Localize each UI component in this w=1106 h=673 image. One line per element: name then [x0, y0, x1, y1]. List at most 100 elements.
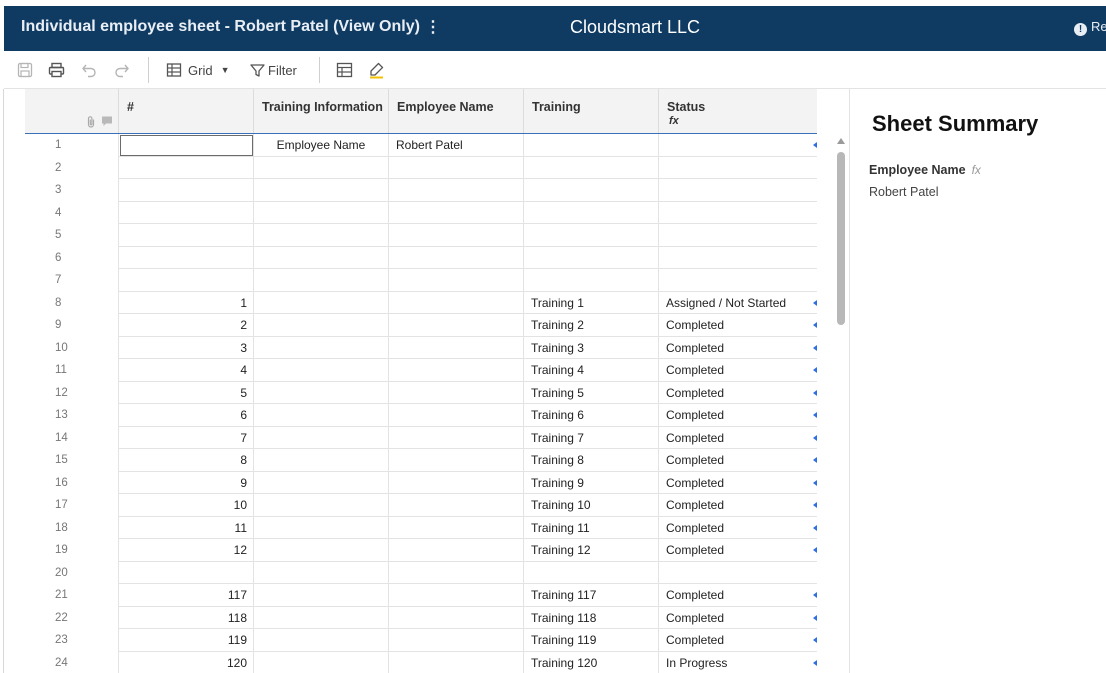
status-cell[interactable] [659, 269, 817, 292]
training-info-cell[interactable] [254, 156, 389, 179]
status-cell[interactable]: Completed [659, 427, 817, 450]
print-icon[interactable] [48, 59, 65, 81]
summary-field-value[interactable]: Robert Patel [869, 185, 938, 199]
status-cell[interactable]: Completed [659, 539, 817, 562]
training-cell[interactable]: Training 4 [524, 359, 659, 382]
employee-name-cell[interactable] [389, 629, 524, 652]
sheet-menu-icon[interactable]: ⋮ [425, 17, 441, 37]
number-cell[interactable]: 6 [119, 404, 254, 427]
number-cell[interactable] [119, 269, 254, 292]
table-row[interactable]: 10 3 Training 3 Completed [25, 336, 817, 359]
number-cell[interactable]: 118 [119, 606, 254, 629]
training-info-cell[interactable] [254, 246, 389, 269]
status-cell[interactable] [659, 562, 817, 585]
number-cell[interactable] [119, 561, 254, 584]
training-info-cell[interactable] [254, 471, 389, 494]
number-cell[interactable] [119, 224, 254, 247]
table-row[interactable]: 1 Employee Name Robert Patel [25, 134, 817, 157]
filter-button[interactable]: Filter [250, 59, 297, 81]
row-number[interactable]: 22 [25, 606, 119, 629]
scrollbar-thumb[interactable] [837, 152, 845, 325]
training-cell[interactable]: Training 5 [524, 381, 659, 404]
training-info-cell[interactable] [254, 336, 389, 359]
training-info-cell[interactable] [254, 426, 389, 449]
status-cell[interactable]: Completed [659, 359, 817, 382]
training-cell[interactable]: Training 119 [524, 629, 659, 652]
employee-name-cell[interactable] [389, 179, 524, 202]
training-info-cell[interactable] [254, 201, 389, 224]
sheet-title[interactable]: Individual employee sheet - Robert Patel… [21, 18, 420, 36]
row-number[interactable]: 18 [25, 516, 119, 539]
row-number[interactable]: 10 [25, 336, 119, 359]
number-cell[interactable]: 4 [119, 359, 254, 382]
status-cell[interactable]: Assigned / Not Started [659, 292, 817, 315]
table-row[interactable]: 8 1 Training 1 Assigned / Not Started [25, 291, 817, 315]
training-cell[interactable]: Training 120 [524, 651, 659, 673]
training-cell[interactable]: Training 117 [524, 584, 659, 607]
number-cell[interactable] [119, 246, 254, 269]
status-cell[interactable]: Completed [659, 472, 817, 495]
row-number[interactable]: 11 [25, 359, 119, 382]
status-cell[interactable] [659, 157, 817, 180]
table-row[interactable]: 7 [25, 269, 817, 292]
status-cell[interactable]: Completed [659, 607, 817, 630]
row-number[interactable]: 9 [25, 314, 119, 337]
number-cell[interactable]: 10 [119, 494, 254, 517]
request-access-button[interactable]: ! Re [1074, 19, 1106, 36]
row-number[interactable]: 7 [25, 269, 119, 292]
number-cell[interactable]: 1 [119, 291, 254, 314]
row-number[interactable]: 2 [25, 156, 119, 179]
employee-name-cell[interactable] [389, 426, 524, 449]
employee-name-cell[interactable] [389, 291, 524, 314]
status-cell[interactable] [659, 224, 817, 247]
training-info-cell[interactable] [254, 629, 389, 652]
training-cell[interactable] [524, 156, 659, 179]
number-cell[interactable]: 5 [119, 381, 254, 404]
status-cell[interactable]: Completed [659, 449, 817, 472]
number-cell[interactable] [119, 156, 254, 179]
row-number[interactable]: 13 [25, 404, 119, 427]
training-cell[interactable]: Training 1 [524, 291, 659, 314]
employee-name-cell[interactable] [389, 359, 524, 382]
training-info-cell[interactable] [254, 606, 389, 629]
table-row[interactable]: 5 [25, 224, 817, 247]
training-cell[interactable] [524, 269, 659, 292]
table-row[interactable]: 15 8 Training 8 Completed [25, 449, 817, 472]
status-cell[interactable] [659, 179, 817, 202]
employee-name-cell[interactable] [389, 494, 524, 517]
row-number[interactable]: 19 [25, 539, 119, 562]
training-cell[interactable] [524, 246, 659, 269]
training-info-cell[interactable] [254, 359, 389, 382]
table-row[interactable]: 11 4 Training 4 Completed [25, 359, 817, 382]
training-info-cell[interactable] [254, 224, 389, 247]
table-icon[interactable] [336, 59, 353, 81]
status-cell[interactable] [659, 134, 817, 157]
training-cell[interactable]: Training 6 [524, 404, 659, 427]
employee-name-cell[interactable] [389, 561, 524, 584]
number-cell[interactable]: 120 [119, 651, 254, 673]
scroll-up-arrow-icon[interactable] [837, 138, 845, 144]
status-cell[interactable]: Completed [659, 382, 817, 405]
row-number[interactable]: 4 [25, 201, 119, 224]
training-cell[interactable] [524, 561, 659, 584]
training-info-cell[interactable] [254, 449, 389, 472]
training-cell[interactable]: Training 3 [524, 336, 659, 359]
employee-name-cell[interactable] [389, 449, 524, 472]
row-number[interactable]: 23 [25, 629, 119, 652]
row-number[interactable]: 3 [25, 179, 119, 202]
training-info-cell[interactable] [254, 269, 389, 292]
employee-name-cell[interactable] [389, 651, 524, 673]
table-row[interactable]: 18 11 Training 11 Completed [25, 516, 817, 539]
number-cell[interactable] [119, 179, 254, 202]
view-dropdown[interactable]: Grid ▼ [166, 59, 229, 81]
row-number[interactable]: 21 [25, 584, 119, 607]
training-cell[interactable] [524, 201, 659, 224]
training-info-cell[interactable] [254, 381, 389, 404]
table-row[interactable]: 6 [25, 246, 817, 269]
training-info-cell[interactable] [254, 291, 389, 314]
table-row[interactable]: 16 9 Training 9 Completed [25, 471, 817, 495]
employee-name-cell[interactable] [389, 516, 524, 539]
number-cell[interactable]: 11 [119, 516, 254, 539]
number-cell[interactable]: 7 [119, 426, 254, 449]
training-cell[interactable]: Training 11 [524, 516, 659, 539]
